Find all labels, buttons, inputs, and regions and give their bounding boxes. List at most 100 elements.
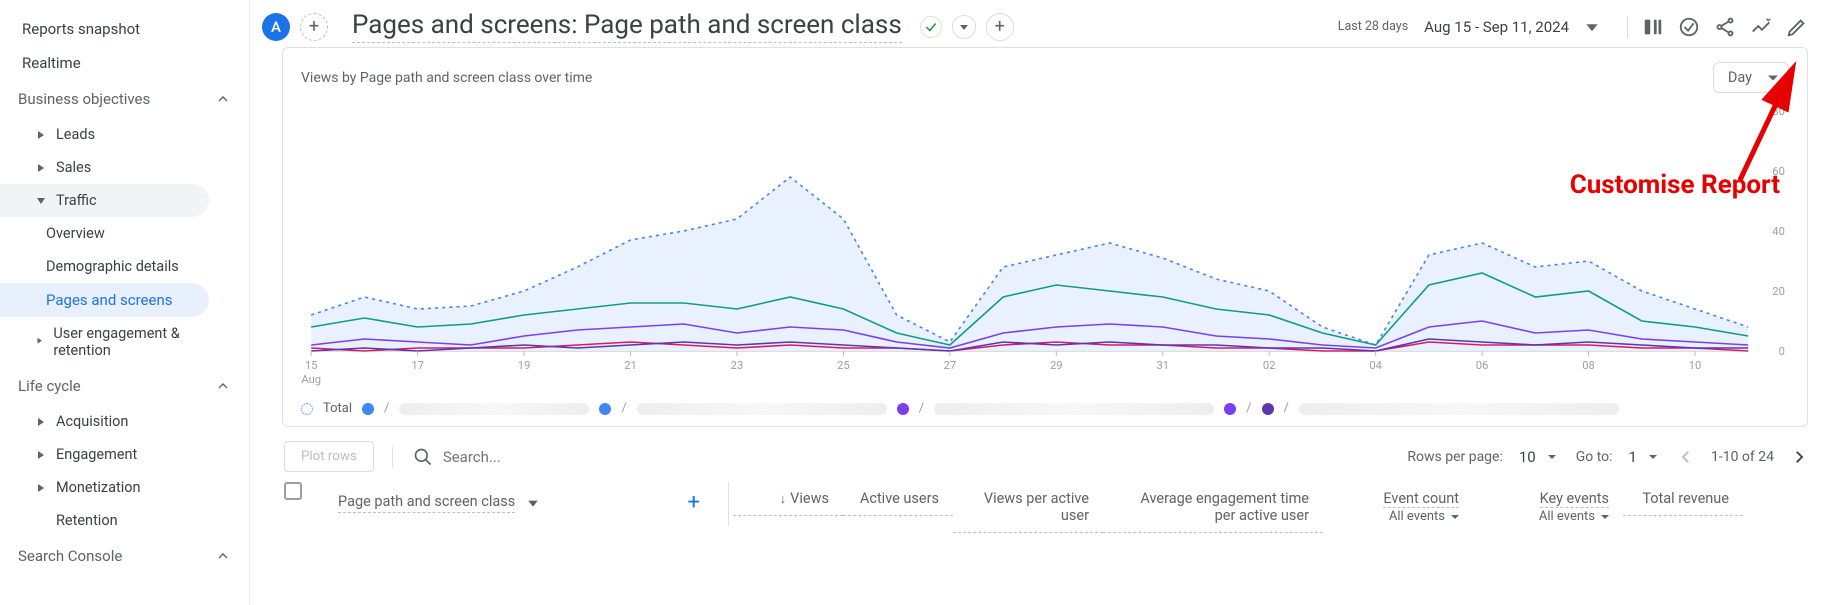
svg-text:27: 27 (944, 359, 957, 372)
th-active-users[interactable]: Active users (843, 482, 953, 516)
next-page-icon[interactable] (1790, 448, 1808, 466)
insights-icon[interactable] (1750, 16, 1772, 38)
go-to-label: Go to: (1576, 449, 1613, 465)
add-comparison-button[interactable]: + (986, 13, 1014, 41)
sidebar-item-traffic[interactable]: Traffic (0, 184, 209, 217)
legend-swatch (599, 403, 611, 415)
sidebar-item-sales[interactable]: Sales (0, 151, 209, 184)
sidebar-item-label: Engagement (56, 446, 137, 463)
th-avg-engagement[interactable]: Average engagement time per active user (1103, 482, 1323, 533)
th-views[interactable]: ↓Views (733, 482, 843, 516)
sidebar-item-monetization[interactable]: Monetization (0, 471, 209, 504)
sidebar-item-traffic-overview[interactable]: Overview (0, 217, 209, 250)
sidebar-item-user-engagement[interactable]: User engagement & retention (0, 317, 209, 367)
table-controls: Plot rows Rows per page: 10 Go to: 1 1-1… (250, 427, 1830, 472)
chevron-down-icon (959, 22, 969, 32)
th-dimension[interactable]: Page path and screen class + (324, 482, 724, 523)
segment-avatar[interactable]: A (262, 13, 290, 41)
caret-right-icon (36, 130, 46, 140)
legend-redacted (399, 403, 589, 415)
quality-icon[interactable] (1678, 16, 1700, 38)
sidebar-item-label: Traffic (56, 192, 97, 209)
caret-right-icon (36, 417, 46, 427)
sidebar-item-label: Monetization (56, 479, 141, 496)
compare-icon[interactable] (1642, 16, 1664, 38)
svg-text:21: 21 (624, 359, 637, 372)
pagination-range: 1-10 of 24 (1711, 449, 1774, 465)
sidebar-group-business[interactable]: Business objectives (0, 80, 249, 118)
chart-card-title: Views by Page path and screen class over… (301, 70, 592, 86)
main-area: A + Pages and screens: Page path and scr… (250, 0, 1830, 605)
sidebar-item-label: Leads (56, 126, 95, 143)
sidebar-group-search-console[interactable]: Search Console (0, 537, 249, 575)
share-icon[interactable] (1714, 16, 1736, 38)
chevron-down-icon[interactable] (1585, 20, 1599, 34)
legend-swatch (897, 403, 909, 415)
th-event-count[interactable]: Event count All events (1323, 482, 1473, 532)
chart-legend: Total / / / / / (301, 401, 1789, 416)
svg-text:40: 40 (1772, 225, 1785, 238)
svg-text:Aug: Aug (301, 373, 321, 386)
sidebar-item-traffic-pages[interactable]: Pages and screens (0, 283, 209, 317)
th-active-users-label: Active users (860, 490, 939, 507)
edit-icon[interactable] (1786, 16, 1808, 38)
svg-text:25: 25 (837, 359, 850, 372)
select-all-checkbox[interactable] (284, 482, 302, 500)
chevron-up-icon (215, 91, 231, 107)
th-views-per-user-label: Views per active user (984, 490, 1089, 524)
svg-text:23: 23 (731, 359, 744, 372)
sidebar-group-lifecycle[interactable]: Life cycle (0, 367, 249, 405)
sidebar-group-lifecycle-label: Life cycle (18, 377, 81, 395)
sidebar-item-traffic-demo[interactable]: Demographic details (0, 250, 209, 283)
table-header: Page path and screen class + ↓Views Acti… (250, 472, 1830, 533)
sidebar-reports-snapshot[interactable]: Reports snapshot (0, 12, 209, 46)
pagination: Rows per page: 10 Go to: 1 1-10 of 24 (1407, 448, 1808, 466)
th-key-events-label: Key events (1540, 490, 1609, 508)
th-total-revenue[interactable]: Total revenue (1623, 482, 1743, 516)
sidebar-item-label: User engagement & retention (53, 325, 191, 359)
svg-text:15: 15 (305, 359, 318, 372)
svg-text:02: 02 (1263, 359, 1276, 372)
add-segment-button[interactable]: + (300, 13, 328, 41)
legend-swatch (1224, 403, 1236, 415)
table-search-input[interactable] (443, 448, 743, 466)
search-icon (413, 447, 433, 467)
page-header: A + Pages and screens: Page path and scr… (250, 0, 1830, 47)
th-event-count-label: Event count (1383, 490, 1459, 508)
sidebar-group-business-label: Business objectives (18, 90, 150, 108)
title-dropdown[interactable] (952, 15, 976, 39)
sidebar-group-search-console-label: Search Console (18, 547, 122, 565)
legend-redacted (934, 403, 1214, 415)
plot-rows-button[interactable]: Plot rows (284, 441, 374, 472)
add-dimension-button[interactable]: + (688, 490, 710, 515)
sidebar: Reports snapshot Realtime Business objec… (0, 0, 250, 605)
th-key-events[interactable]: Key events All events (1473, 482, 1623, 532)
annotation-label: Customise Report (1570, 170, 1780, 200)
svg-text:10: 10 (1689, 359, 1702, 372)
prev-page-icon[interactable] (1677, 448, 1695, 466)
status-ok-icon (920, 16, 942, 38)
date-range-picker[interactable]: Aug 15 - Sep 11, 2024 (1424, 18, 1569, 36)
chart-card: Views by Page path and screen class over… (282, 47, 1808, 427)
go-to-select[interactable]: 1 (1629, 448, 1661, 466)
rows-per-page-label: Rows per page: (1407, 449, 1502, 465)
header-icon-bar (1627, 16, 1808, 38)
page-title: Pages and screens: Page path and screen … (352, 10, 902, 43)
key-events-filter[interactable]: All events (1487, 509, 1609, 524)
granularity-selector[interactable]: Day (1713, 62, 1789, 93)
th-views-per-user[interactable]: Views per active user (953, 482, 1103, 533)
sidebar-item-acquisition[interactable]: Acquisition (0, 405, 209, 438)
sidebar-item-retention[interactable]: Retention (0, 504, 209, 537)
line-chart: 02040608015Aug17192123252729310204060810 (301, 101, 1789, 391)
rows-per-page-select[interactable]: 10 (1519, 448, 1560, 466)
th-views-label: Views (790, 490, 829, 507)
chevron-up-icon (215, 378, 231, 394)
svg-text:17: 17 (411, 359, 424, 372)
sidebar-realtime[interactable]: Realtime (0, 46, 209, 80)
event-count-filter[interactable]: All events (1337, 509, 1459, 524)
legend-total-label: Total (323, 401, 352, 416)
caret-right-icon (36, 163, 46, 173)
sidebar-item-engagement[interactable]: Engagement (0, 438, 209, 471)
svg-text:20: 20 (1772, 285, 1785, 298)
sidebar-item-leads[interactable]: Leads (0, 118, 209, 151)
